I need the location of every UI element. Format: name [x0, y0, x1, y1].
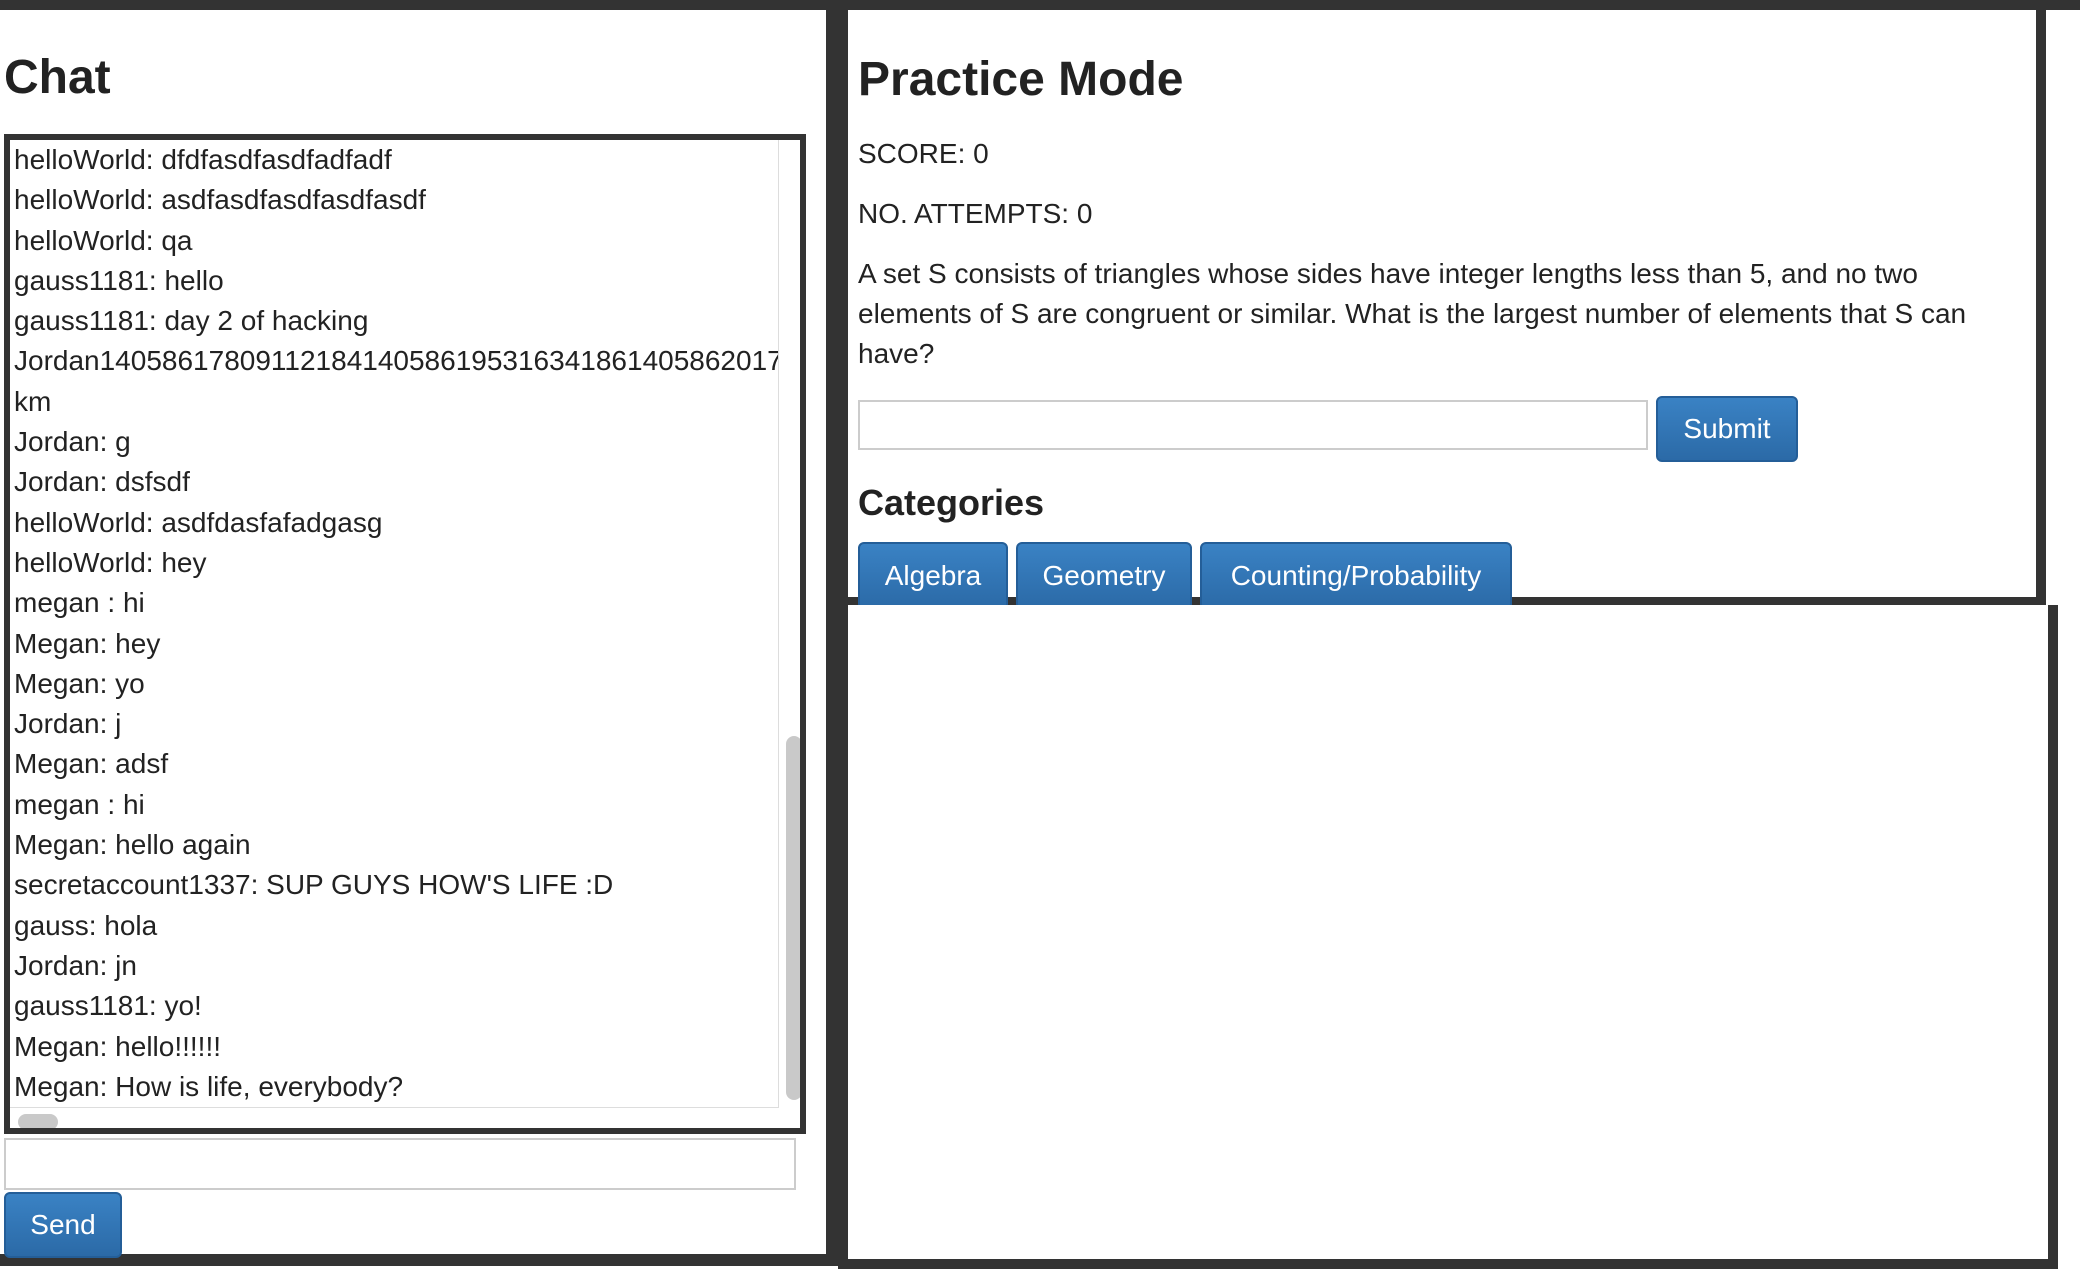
category-geometry-button[interactable]: Geometry — [1016, 542, 1192, 610]
question-text: A set S consists of triangles whose side… — [858, 258, 1967, 369]
vertical-scrollbar-thumb[interactable] — [786, 736, 800, 1100]
attempts-text: NO. ATTEMPTS: 0 — [858, 198, 1093, 229]
chat-message: helloWorld: dfdfasdfasdfadfadf — [14, 144, 392, 175]
categories-title: Categories — [858, 482, 1045, 523]
chat-message: Megan: adsf — [14, 748, 169, 780]
chat-log[interactable]: helloWorld: dfdfasdfasdfadfadf helloWorl… — [4, 134, 806, 1134]
chat-message: Megan: How is life, everybody? — [14, 1070, 404, 1102]
practice-title: Practice Mode — [858, 53, 1184, 106]
chat-message: Jordan: jn — [14, 949, 137, 981]
category-counting-probability-button[interactable]: Counting/Probability — [1200, 542, 1512, 610]
category-algebra-button[interactable]: Algebra — [858, 542, 1008, 610]
chat-message: Megan: yo — [14, 667, 145, 699]
chat-message: megan : hi — [14, 587, 145, 619]
answer-input[interactable] — [858, 400, 1648, 450]
chat-message: Megan: hello!!!!!! — [14, 1030, 222, 1062]
chat-messages: helloWorld: dfdfasdfasdfadfadf helloWorl… — [10, 140, 779, 1108]
top-border — [0, 0, 2080, 10]
chat-message: gauss1181: yo! — [14, 990, 202, 1022]
chat-message: gauss1181: day 2 of hacking — [14, 305, 369, 337]
chat-panel: Chat helloWorld: dfdfasdfasdfadfadf hell… — [0, 10, 838, 1266]
chat-message: megan : hi — [14, 788, 145, 820]
send-button[interactable]: Send — [4, 1192, 122, 1258]
chat-message: helloWorld: qa — [14, 224, 193, 256]
chat-message: helloWorld: asdfasdfasdfasdfasdf — [14, 184, 426, 216]
chat-message: Jordan: g — [14, 426, 131, 458]
score-text: SCORE: 0 — [858, 138, 989, 169]
chat-message-input[interactable] — [4, 1138, 796, 1190]
chat-message: Jordan: dsfsdf — [14, 466, 190, 498]
chat-message: helloWorld: hey — [14, 546, 207, 578]
chat-message: km — [14, 385, 52, 417]
chat-message: secretaccount1337: SUP GUYS HOW'S LIFE :… — [14, 869, 614, 901]
chat-message: gauss1181: hello — [14, 264, 224, 296]
app-frame: Chat helloWorld: dfdfasdfasdfadfadf hell… — [0, 0, 2080, 1279]
chat-message: Jordan: j — [14, 708, 122, 740]
submit-button[interactable]: Submit — [1656, 396, 1798, 462]
chat-message: gauss: hola — [14, 909, 158, 941]
chat-message: Megan: hello again — [14, 829, 251, 861]
empty-content-panel — [838, 605, 2058, 1269]
chat-message: Megan: hey — [14, 627, 161, 659]
chat-message: Jordan1405861780911218414058619531634186… — [14, 345, 779, 377]
chat-title: Chat — [4, 51, 111, 104]
practice-panel: Practice Mode SCORE: 0 NO. ATTEMPTS: 0 A… — [838, 10, 2046, 610]
chat-message: helloWorld: asdfdasfafadgasg — [14, 506, 383, 538]
horizontal-scrollbar-thumb[interactable] — [18, 1114, 58, 1128]
